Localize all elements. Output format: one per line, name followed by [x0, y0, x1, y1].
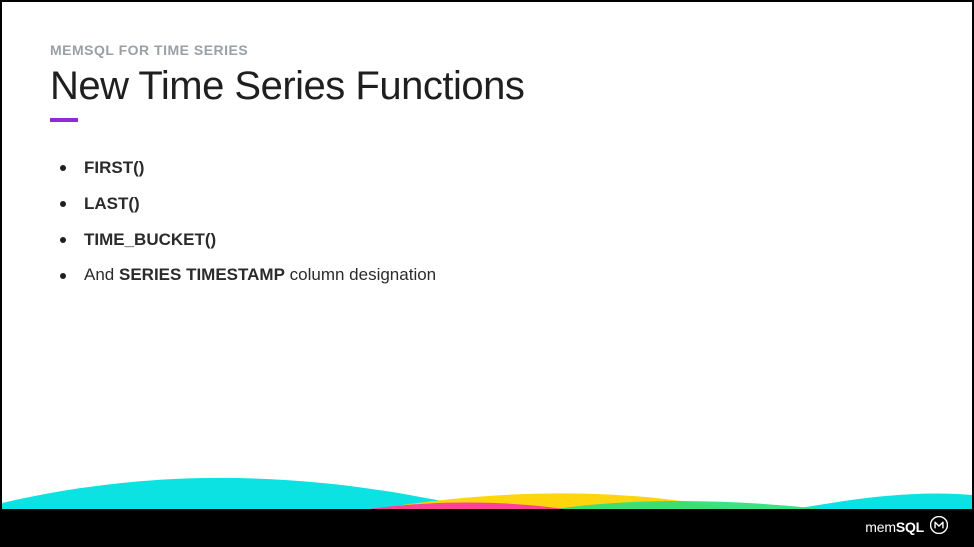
slide-content: MEMSQL FOR TIME SERIES New Time Series F… — [2, 2, 972, 287]
list-item: LAST() — [60, 192, 924, 216]
list-item: FIRST() — [60, 156, 924, 180]
footer-bar: memSQL — [2, 509, 972, 545]
accent-rule — [50, 118, 78, 122]
bullet-suffix: column designation — [285, 265, 436, 284]
list-item: TIME_BUCKET() — [60, 228, 924, 252]
brand-text: memSQL — [865, 519, 924, 535]
bullet-prefix: And — [84, 265, 119, 284]
brand-logo: memSQL — [865, 516, 948, 539]
bullet-text: TIME_BUCKET() — [84, 230, 216, 249]
brand-prefix: mem — [865, 519, 896, 535]
list-item: And SERIES TIMESTAMP column designation — [60, 263, 924, 287]
bullet-text: LAST() — [84, 194, 140, 213]
brand-mark-icon — [930, 516, 948, 539]
bullet-list: FIRST() LAST() TIME_BUCKET() And SERIES … — [50, 156, 924, 287]
page-title: New Time Series Functions — [50, 64, 924, 108]
eyebrow-text: MEMSQL FOR TIME SERIES — [50, 42, 924, 58]
slide: MEMSQL FOR TIME SERIES New Time Series F… — [2, 2, 972, 545]
bullet-strong: SERIES TIMESTAMP — [119, 265, 285, 284]
bullet-text: FIRST() — [84, 158, 144, 177]
bullet-text: And SERIES TIMESTAMP column designation — [84, 265, 436, 284]
brand-suffix: SQL — [896, 519, 924, 535]
